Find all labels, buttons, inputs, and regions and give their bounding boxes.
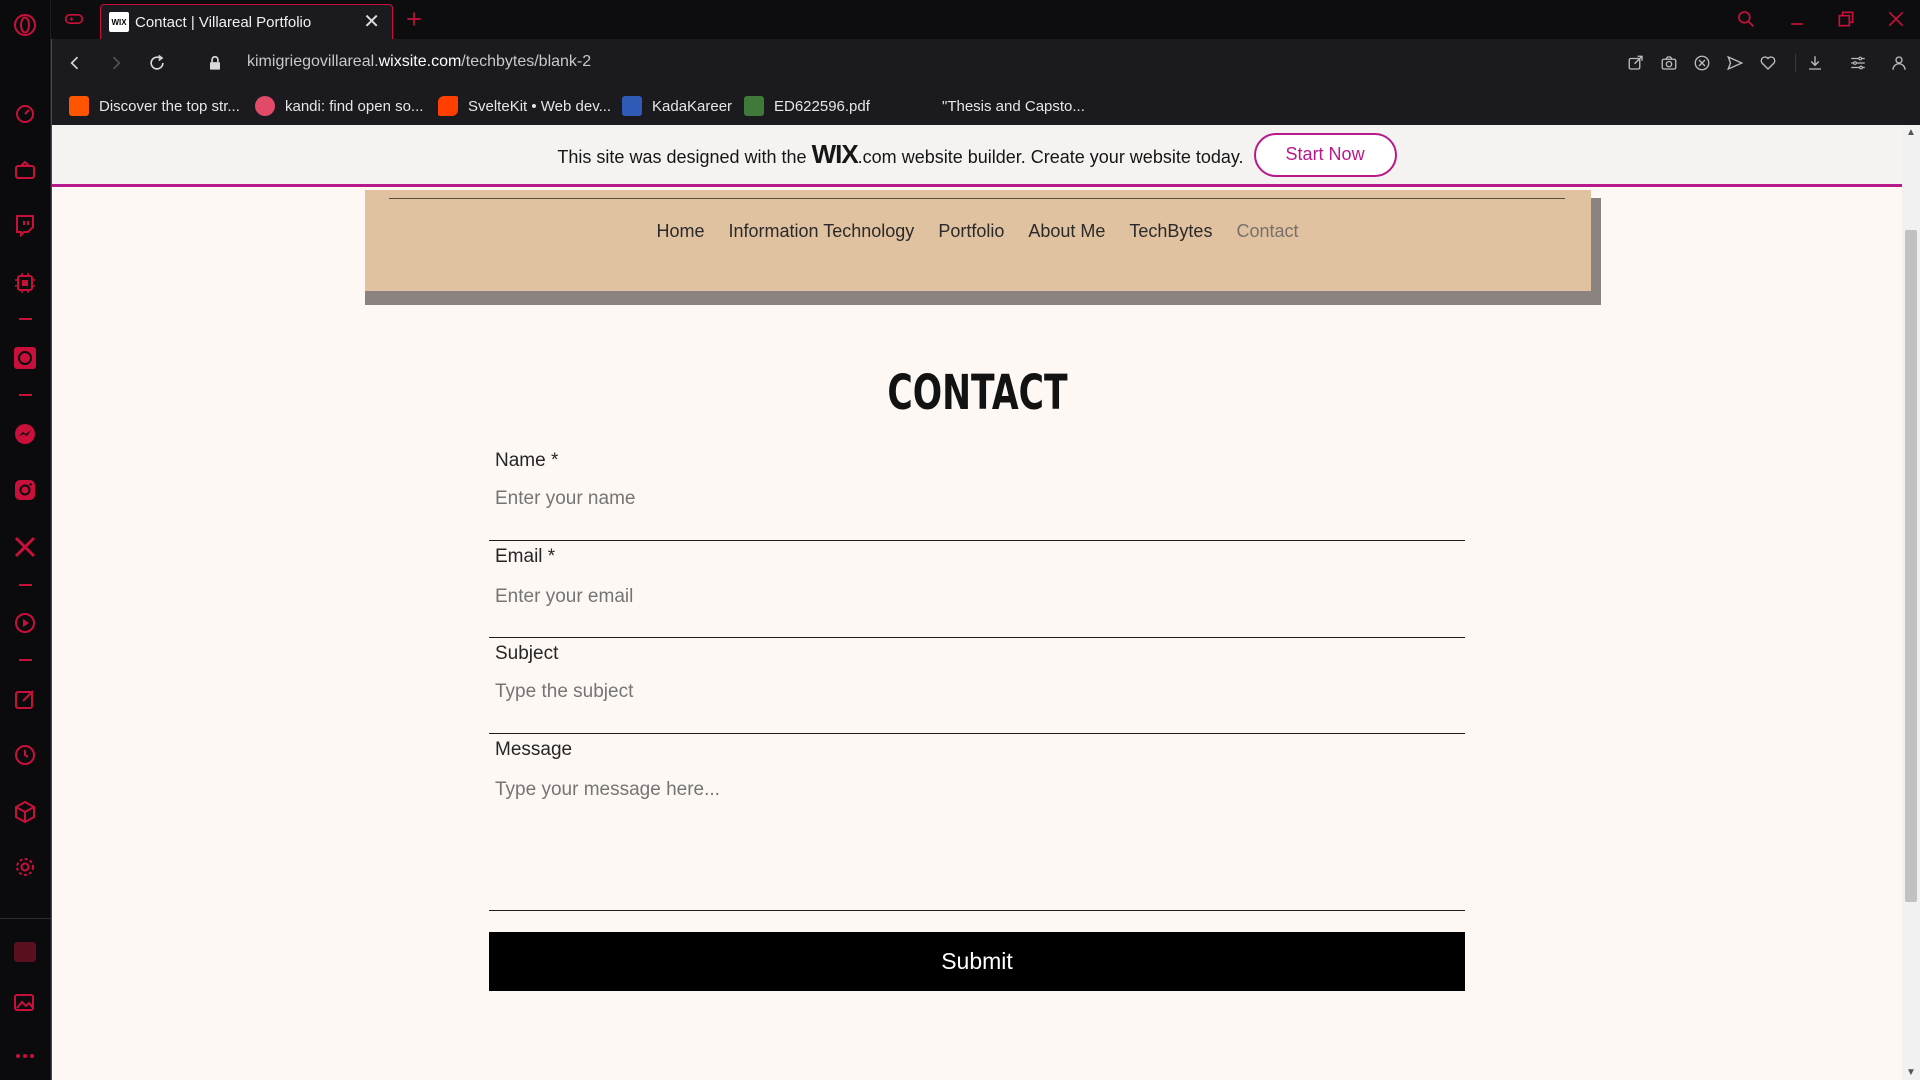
page-viewport: This site was designed with the WIX.com …	[51, 125, 1902, 1080]
bookmark-item[interactable]: Discover the top str...	[69, 95, 240, 117]
wix-promo-banner: This site was designed with the WIX.com …	[52, 125, 1902, 187]
send-flow-icon[interactable]	[1724, 52, 1746, 74]
page-scrollbar[interactable]: ▲ ▼	[1902, 125, 1920, 1080]
page-title: CONTACT	[887, 365, 1068, 421]
nav-contact[interactable]: Contact	[1236, 221, 1298, 242]
message-textarea[interactable]	[495, 779, 1445, 899]
restore-icon[interactable]	[1835, 8, 1857, 30]
bookmark-item[interactable]: "Thesis and Capsto...	[912, 95, 1085, 117]
scrollbar-thumb[interactable]	[1905, 230, 1917, 902]
lock-icon[interactable]	[203, 51, 227, 75]
nav-about-me[interactable]: About Me	[1028, 221, 1105, 242]
adblock-icon[interactable]	[1691, 52, 1713, 74]
download-icon[interactable]	[1804, 52, 1826, 74]
tab-active[interactable]: WIX Contact | Villareal Portfolio ✕	[100, 4, 393, 39]
subject-label: Subject	[495, 643, 559, 664]
kandi-icon	[255, 96, 275, 116]
nav-portfolio[interactable]: Portfolio	[938, 221, 1004, 242]
forward-arrow-icon[interactable]	[104, 51, 128, 75]
history-icon[interactable]	[12, 742, 38, 768]
cpu-limiter-icon[interactable]	[12, 270, 38, 296]
svelte-icon	[438, 96, 458, 116]
sidebar-panel-icon[interactable]	[12, 939, 38, 965]
gx-corner-icon[interactable]	[12, 157, 38, 183]
back-arrow-icon[interactable]	[63, 51, 87, 75]
easy-setup-icon[interactable]	[1847, 52, 1869, 74]
reload-icon[interactable]	[145, 51, 169, 75]
name-field: Name *	[489, 450, 1465, 541]
email-label: Email *	[495, 546, 556, 567]
bookmark-item[interactable]: SvelteKit • Web dev...	[438, 95, 611, 117]
scroll-down-icon[interactable]: ▼	[1906, 1067, 1916, 1078]
nav-techbytes[interactable]: TechBytes	[1129, 221, 1212, 242]
gamepad-icon[interactable]	[63, 8, 85, 30]
subject-field: Subject	[489, 643, 1465, 734]
nav-home[interactable]: Home	[657, 221, 705, 242]
start-now-button[interactable]: Start Now	[1253, 132, 1397, 177]
bookmarks-bar: Discover the top str... kandi: find open…	[51, 87, 1920, 125]
bookmark-item[interactable]: ED622596.pdf	[744, 95, 870, 117]
search-tabs-icon[interactable]	[1735, 8, 1757, 30]
new-tab-icon[interactable]	[403, 8, 425, 30]
wix-banner-text: This site was designed with the WIX.com …	[557, 139, 1244, 169]
name-input[interactable]	[495, 488, 1445, 510]
scroll-up-icon[interactable]: ▲	[1906, 127, 1916, 138]
messenger-icon[interactable]	[12, 421, 38, 447]
message-field: Message	[489, 739, 1465, 911]
x-twitter-icon[interactable]	[12, 534, 38, 560]
chatgpt-icon[interactable]	[12, 345, 38, 371]
kadakareer-icon	[622, 96, 642, 116]
url-field[interactable]: kimigriegovillareal.wixsite.com/techbyte…	[247, 53, 591, 71]
pinboard-icon[interactable]	[12, 686, 38, 712]
wallpaper-icon[interactable]	[12, 990, 38, 1016]
bookmark-item[interactable]: KadaKareer	[622, 95, 732, 117]
nav-information-technology[interactable]: Information Technology	[729, 221, 915, 242]
share-icon[interactable]	[1625, 52, 1647, 74]
bookmark-item[interactable]: kandi: find open so...	[255, 95, 423, 117]
submit-button[interactable]: Submit	[489, 932, 1465, 991]
instagram-icon[interactable]	[12, 477, 38, 503]
email-input[interactable]	[495, 586, 1445, 608]
extensions-cube-icon[interactable]	[12, 799, 38, 825]
address-bar: kimigriegovillareal.wixsite.com/techbyte…	[51, 39, 1920, 87]
eric-icon	[744, 96, 764, 116]
more-options-icon[interactable]	[12, 1043, 38, 1069]
opera-logo-icon[interactable]	[12, 12, 38, 38]
wix-favicon-icon: WIX	[109, 12, 129, 32]
twitch-icon[interactable]	[12, 212, 38, 238]
snapshot-camera-icon[interactable]	[1658, 52, 1680, 74]
message-label: Message	[495, 739, 573, 760]
tab-close-icon[interactable]: ✕	[363, 12, 380, 32]
site-nav: Home Information Technology Portfolio Ab…	[52, 221, 1902, 242]
browser-sidebar	[0, 0, 51, 1080]
tab-title: Contact | Villareal Portfolio	[135, 13, 312, 31]
profile-icon[interactable]	[1888, 52, 1910, 74]
email-field: Email *	[489, 546, 1465, 638]
header-divider	[389, 198, 1565, 199]
blank-page-icon	[912, 96, 932, 116]
wix-logo: WIX	[811, 139, 859, 169]
player-icon[interactable]	[12, 610, 38, 636]
soundcloud-icon	[69, 96, 89, 116]
tab-bar: WIX Contact | Villareal Portfolio ✕	[51, 0, 1920, 39]
settings-gear-icon[interactable]	[12, 854, 38, 880]
close-window-icon[interactable]	[1885, 8, 1907, 30]
name-label: Name *	[495, 450, 559, 471]
subject-input[interactable]	[495, 681, 1445, 703]
minimize-icon[interactable]	[1786, 8, 1808, 30]
bookmark-heart-icon[interactable]	[1757, 52, 1779, 74]
gx-control-icon[interactable]	[12, 100, 38, 126]
